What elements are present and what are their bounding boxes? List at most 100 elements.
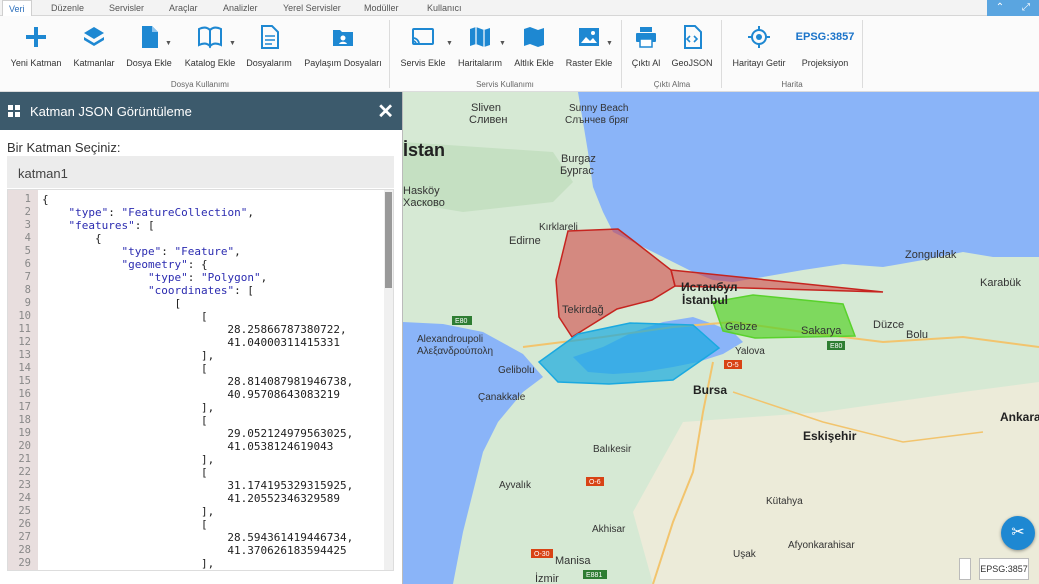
add-catalog-button[interactable]: Katalog Ekle	[181, 24, 239, 80]
line-number: 5	[24, 245, 31, 257]
group-label-output: Çıktı Alma	[653, 80, 691, 89]
tab-araclar[interactable]: Araçlar	[169, 0, 198, 16]
code-text: [	[42, 518, 208, 531]
print-label: Çıktı Al	[631, 58, 661, 68]
line-number: 27	[18, 531, 31, 543]
editor-scrollbar-thumb[interactable]	[385, 192, 392, 288]
my-files-button[interactable]: Dosyalarım	[243, 24, 295, 80]
label-bursa: Bursa	[693, 383, 727, 397]
label-ayvalik: Ayvalık	[499, 480, 532, 491]
line-number: 11	[18, 323, 31, 335]
label-tekirdag: Tekirdağ	[562, 304, 604, 316]
label-alexandroupoli: Alexandroupoli	[417, 334, 483, 345]
tab-yerel-servisler[interactable]: Yerel Servisler	[283, 0, 341, 16]
document-icon	[261, 25, 279, 49]
tab-servisler[interactable]: Servisler	[109, 0, 144, 16]
label-burgaz-cyr: Бургас	[560, 165, 594, 177]
code-text: "features": [	[68, 219, 155, 232]
scale-box	[959, 558, 971, 580]
add-raster-dropdown-icon[interactable]: ▼	[606, 40, 613, 47]
tab-analizler[interactable]: Analizler	[223, 0, 258, 16]
add-catalog-dropdown-icon[interactable]: ▼	[229, 40, 236, 47]
json-code-editor[interactable]: 1 {2 "type": "FeatureCollection", 3 "featu…	[7, 189, 394, 571]
label-burgaz: Burgaz	[561, 153, 596, 165]
fullscreen-icon[interactable]: ⤢	[1013, 0, 1039, 16]
basemap-icon	[524, 27, 544, 47]
line-number: 15	[18, 375, 31, 387]
line-number: 12	[18, 336, 31, 348]
ribbon-toolbar: Yeni Katman Katmanlar Dosya Ekle ▼ Katal…	[0, 16, 1039, 92]
tab-duzenle[interactable]: Düzenle	[51, 0, 84, 16]
line-number: 18	[18, 414, 31, 426]
add-file-dropdown-icon[interactable]: ▼	[165, 40, 172, 47]
code-text: [	[42, 297, 182, 310]
add-service-dropdown-icon[interactable]: ▼	[446, 40, 453, 47]
my-maps-button[interactable]: Haritalarım	[455, 24, 505, 80]
label-bolu: Bolu	[906, 329, 928, 341]
code-text: 40.95708643083219	[42, 388, 341, 401]
label-manisa: Manisa	[555, 555, 591, 567]
print-button[interactable]: Çıktı Al	[626, 24, 666, 80]
add-raster-label: Raster Ekle	[565, 58, 613, 68]
line-number: 8	[24, 284, 31, 296]
code-text: 41.04000311415331	[42, 336, 341, 349]
line-number: 6	[24, 258, 31, 270]
road-shield-o5-text: O-5	[727, 362, 739, 369]
tab-moduller[interactable]: Modüller	[364, 0, 399, 16]
line-number: 29	[18, 557, 31, 569]
add-service-button[interactable]: Servis Ekle	[398, 24, 448, 80]
label-kirklareli: Kırklareli	[539, 222, 578, 233]
code-text: [	[42, 310, 208, 323]
map-view[interactable]: İstan Sliven Сливен Sunny Beach Слънчев …	[403, 92, 1039, 584]
line-number: 23	[18, 479, 31, 491]
tools-fab-button[interactable]: ✂	[1001, 516, 1035, 550]
label-sunny-beach: Sunny Beach	[569, 103, 629, 114]
file-icon	[142, 26, 158, 48]
line-number: 22	[18, 466, 31, 478]
collapse-ribbon-icon[interactable]: ⌃	[987, 0, 1013, 16]
close-icon[interactable]: ✕	[377, 99, 394, 124]
shared-files-button[interactable]: Paylaşım Dosyaları	[301, 24, 385, 80]
label-duzce: Düzce	[873, 319, 904, 331]
editor-scrollbar[interactable]	[384, 190, 393, 570]
projection-badge[interactable]: EPSG:3857	[979, 558, 1029, 580]
shared-files-label: Paylaşım Dosyaları	[304, 58, 382, 68]
panel-title: Katman JSON Görüntüleme	[30, 103, 192, 119]
tab-kullanici[interactable]: Kullanıcı	[427, 0, 462, 16]
add-raster-button[interactable]: Raster Ekle	[563, 24, 615, 80]
layers-icon	[84, 27, 104, 46]
tab-veri[interactable]: Veri	[2, 0, 32, 17]
shared-folder-icon	[333, 30, 353, 46]
road-shield-e881-text: E881	[586, 572, 602, 579]
map-icon	[470, 27, 490, 47]
code-text: ],	[42, 505, 215, 518]
fetch-map-button[interactable]: Haritayı Getir	[728, 24, 790, 80]
my-files-label: Dosyalarım	[246, 58, 292, 68]
projection-label: Projeksiyon	[801, 58, 849, 68]
map-canvas[interactable]: İstan Sliven Сливен Sunny Beach Слънчев …	[403, 92, 1039, 584]
group-separator	[621, 20, 622, 88]
tools-icon: ✂	[1011, 524, 1025, 541]
window-controls: ⌃ ⤢	[987, 0, 1039, 16]
my-maps-dropdown-icon[interactable]: ▼	[499, 40, 506, 47]
add-file-label: Dosya Ekle	[126, 58, 172, 68]
add-file-button[interactable]: Dosya Ekle	[124, 24, 174, 80]
label-sunny-beach-cyr: Слънчев бряг	[565, 114, 629, 126]
line-number: 16	[18, 388, 31, 400]
layer-select-dropdown[interactable]: katman1	[7, 156, 394, 188]
locate-icon	[748, 26, 770, 48]
label-istan: İstan	[403, 140, 445, 160]
add-service-label: Servis Ekle	[400, 58, 446, 68]
projection-button[interactable]: EPSG:3857 Projeksiyon	[794, 24, 856, 80]
layers-button[interactable]: Katmanlar	[69, 24, 119, 80]
geojson-button[interactable]: GeoJSON	[668, 24, 716, 80]
new-layer-button[interactable]: Yeni Katman	[8, 24, 64, 80]
code-text: ],	[42, 453, 215, 466]
road-shield-e80-east-text: E80	[830, 343, 843, 350]
line-number: 25	[18, 505, 31, 517]
add-basemap-button[interactable]: Altlık Ekle	[511, 24, 557, 80]
label-sliven: Sliven	[471, 102, 501, 114]
label-yalova: Yalova	[735, 346, 765, 357]
label-usak: Uşak	[733, 549, 757, 560]
label-kutahya: Kütahya	[766, 496, 803, 507]
